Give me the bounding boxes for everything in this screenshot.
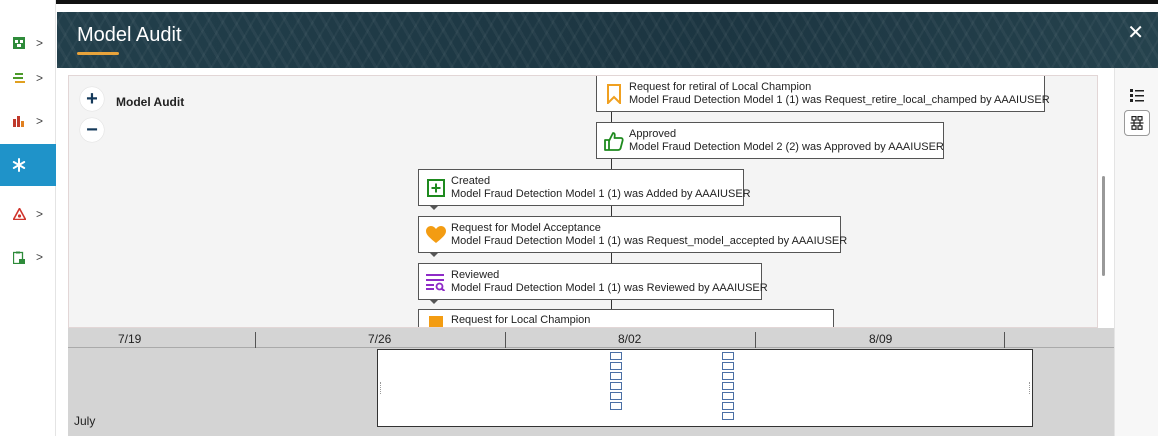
node-detail: Model Fraud Detection Model 1 (1) was Re… bbox=[629, 93, 1050, 106]
viewport-left-handle[interactable] bbox=[380, 382, 381, 394]
plus-box-icon bbox=[425, 177, 447, 199]
rail-item-list[interactable]: > bbox=[0, 57, 56, 99]
warning-icon bbox=[12, 207, 26, 221]
audit-node-model-acceptance[interactable]: Request for Model Acceptance Model Fraud… bbox=[418, 216, 847, 257]
canvas-scrollbar[interactable] bbox=[1102, 176, 1105, 276]
chevron-right-icon: > bbox=[36, 71, 44, 85]
timeline-event-marker[interactable] bbox=[722, 402, 734, 410]
timeline-event-marker[interactable] bbox=[610, 362, 622, 370]
hierarchy-view-icon[interactable] bbox=[1124, 110, 1150, 136]
timeline-event-marker[interactable] bbox=[722, 382, 734, 390]
chart-icon bbox=[12, 114, 26, 128]
audit-node-retiral-request[interactable]: Request for retiral of Local Champion Mo… bbox=[596, 76, 1050, 112]
model-inventory-icon bbox=[12, 36, 26, 50]
bookmark-icon bbox=[603, 83, 625, 105]
node-pointer bbox=[429, 205, 439, 210]
node-detail: Model Fraud Detection Model 2 (2) was Ap… bbox=[629, 140, 944, 153]
node-title: Created bbox=[451, 174, 491, 187]
rail-item-audit[interactable] bbox=[0, 144, 56, 186]
timeline-event-marker[interactable] bbox=[722, 412, 734, 420]
list-view-icon[interactable] bbox=[1124, 82, 1150, 108]
chevron-right-icon: > bbox=[36, 36, 44, 50]
page-title: Model Audit bbox=[77, 24, 182, 46]
node-detail: Model Fraud Detection Model 1 (1) was Re… bbox=[451, 281, 768, 294]
zoom-in-button[interactable]: + bbox=[80, 87, 104, 111]
tick-label: 7/26 bbox=[368, 332, 392, 346]
audit-node-reviewed[interactable]: Reviewed Model Fraud Detection Model 1 (… bbox=[418, 263, 768, 304]
tick-line bbox=[755, 332, 756, 348]
node-title: Approved bbox=[629, 127, 677, 140]
month-label: July bbox=[74, 414, 96, 428]
timeline-panel[interactable]: 7/19 7/26 8/02 8/09 July bbox=[68, 328, 1114, 436]
rail-item-clipboard[interactable]: > bbox=[0, 236, 56, 278]
audit-node-approved[interactable]: Approved Model Fraud Detection Model 2 (… bbox=[596, 122, 944, 159]
timeline-event-marker[interactable] bbox=[722, 372, 734, 380]
node-pointer bbox=[429, 252, 439, 257]
chevron-right-icon: > bbox=[36, 114, 44, 128]
timeline-viewport[interactable] bbox=[377, 349, 1033, 427]
timeline-event-marker[interactable] bbox=[722, 392, 734, 400]
zoom-out-button[interactable]: − bbox=[80, 118, 104, 142]
tick-label: 8/02 bbox=[618, 332, 642, 346]
tick-line bbox=[505, 332, 506, 348]
connector-line bbox=[611, 159, 612, 169]
rail-item-warning[interactable]: > bbox=[0, 193, 56, 235]
node-detail: Model Fraud Detection Model 1 (1) was Ad… bbox=[451, 187, 751, 200]
clipboard-icon bbox=[12, 250, 26, 264]
chevron-right-icon: > bbox=[36, 207, 44, 221]
close-button[interactable]: ✕ bbox=[1127, 20, 1144, 45]
list-icon bbox=[12, 71, 26, 85]
timeline-event-marker[interactable] bbox=[610, 402, 622, 410]
node-title: Request for Model Acceptance bbox=[451, 221, 601, 234]
window-header: Model Audit ✕ bbox=[57, 12, 1158, 68]
heart-icon bbox=[425, 224, 447, 246]
timeline-axis: 7/19 7/26 8/02 8/09 bbox=[68, 328, 1114, 348]
timeline-event-marker[interactable] bbox=[610, 372, 622, 380]
audit-node-created[interactable]: Created Model Fraud Detection Model 1 (1… bbox=[418, 169, 751, 210]
chevron-right-icon: > bbox=[36, 250, 44, 264]
square-icon bbox=[425, 314, 447, 327]
audit-graph-canvas[interactable]: + − Model Audit Request for retiral of L… bbox=[68, 75, 1098, 328]
timeline-event-marker[interactable] bbox=[610, 382, 622, 390]
connector-line bbox=[611, 253, 612, 263]
tick-label: 8/09 bbox=[869, 332, 893, 346]
tick-line bbox=[1004, 332, 1005, 348]
tick-line bbox=[255, 332, 256, 348]
top-border bbox=[0, 0, 1158, 4]
model-audit-window: > > > > > Model Audit ✕ + − Model Audit … bbox=[0, 0, 1158, 436]
view-toolbar bbox=[1114, 68, 1158, 436]
left-nav-rail: > > > > > bbox=[0, 0, 56, 436]
node-detail: Model Fraud Detection Model 1 (1) was Re… bbox=[451, 234, 848, 247]
connector-line bbox=[611, 206, 612, 216]
title-underline bbox=[77, 52, 119, 55]
thumbs-up-icon bbox=[603, 130, 625, 152]
canvas-title: Model Audit bbox=[116, 95, 185, 109]
tick-label: 7/19 bbox=[118, 332, 142, 346]
timeline-event-marker[interactable] bbox=[722, 352, 734, 360]
asterisk-icon bbox=[12, 158, 26, 172]
rail-item-chart[interactable]: > bbox=[0, 100, 56, 142]
node-pointer bbox=[429, 299, 439, 304]
node-title: Request for Local Champion bbox=[451, 314, 591, 326]
review-list-icon bbox=[425, 271, 447, 293]
timeline-event-marker[interactable] bbox=[610, 352, 622, 360]
node-title: Request for retiral of Local Champion bbox=[629, 80, 812, 93]
timeline-event-marker[interactable] bbox=[722, 362, 734, 370]
audit-node-local-champion[interactable]: Request for Local Champion bbox=[418, 309, 834, 327]
timeline-event-marker[interactable] bbox=[610, 392, 622, 400]
node-title: Reviewed bbox=[451, 268, 500, 281]
viewport-right-handle[interactable] bbox=[1029, 382, 1030, 394]
